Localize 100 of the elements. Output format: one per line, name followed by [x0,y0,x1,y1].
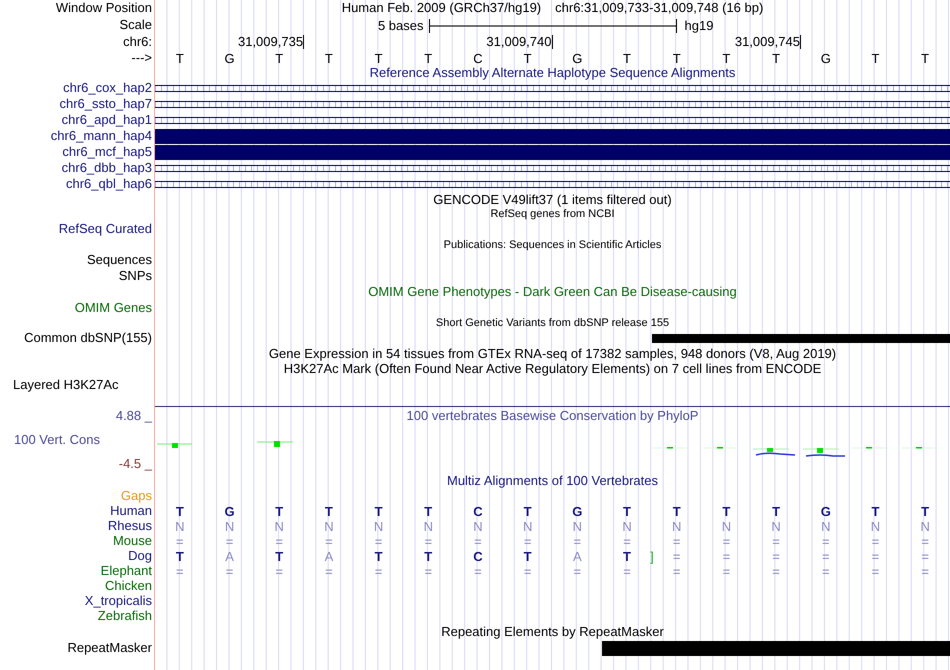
alignment-base: = [872,550,880,563]
track-title: Short Genetic Variants from dbSNP release 155 [436,317,670,330]
alignment-base: = [424,535,432,548]
alignment-base: T [275,550,284,563]
alignment-base: G [224,505,235,518]
alignment-base: T [374,505,383,518]
alignment-base: = [424,565,432,578]
alignment-base: = [574,535,582,548]
alignment-base: = [822,535,830,548]
sequence-base: T [374,52,383,64]
sequence-base: T [424,52,432,64]
track-label: Gaps [120,489,152,504]
alignment-base: = [524,535,532,548]
alignment-base: = [623,565,631,578]
sequence-base: G [820,52,831,64]
track-label: chr6_dbb_hap3 [62,160,152,176]
species-label: Chicken [105,579,152,594]
track-label: chr6_qbl_hap6 [66,176,152,192]
alignment-base: = [623,535,631,548]
alignment-base: = [722,565,730,578]
ruler-label: 31,009,740 [486,34,552,50]
ruler-label: 31,009,735 [238,34,304,50]
assembly-text: hg19 [684,18,714,33]
alignment-base: N [473,520,483,533]
sequence-base: T [672,52,681,64]
track-label: chr6_ssto_hap7 [59,96,152,112]
alignment-base: = [176,535,184,548]
track-label: chr6_apd_hap1 [62,112,152,128]
alignment-base: N [274,520,284,533]
alignment-base: N [224,520,234,533]
alignment-base: N [175,520,185,533]
row-label: chr6: [123,34,152,50]
sequence-base: C [473,52,483,64]
sequence-base: T [524,52,532,64]
alignment-base: N [771,520,781,533]
alignment-base: = [226,535,234,548]
track-title: GENCODE V49lift37 (1 items filtered out) [433,192,672,208]
alignment-base: T [524,505,532,518]
alignment-base: = [474,565,482,578]
alignment-base: = [325,565,333,578]
species-label: X_tropicalis [84,594,152,609]
alignment-base: N [722,520,732,533]
alignment-base: = [474,535,482,548]
alignment-base: = [921,565,929,578]
alignment-base: A [225,550,234,563]
alignment-base: = [226,565,234,578]
scale-text: 5 bases [378,18,424,33]
sequence-base: T [324,52,333,64]
alignment-base: T [921,505,930,518]
alignment-base: G [820,505,831,518]
alignment-base: = [325,535,333,548]
track-label: 100 Vert. Cons [14,432,100,448]
alignment-base: = [672,535,681,548]
alignment-base: G [572,505,582,518]
alignment-base: T [772,505,780,518]
alignment-base: T [374,550,383,563]
axis-label: -4.5 _ [118,456,152,472]
alignment-base: = [772,535,780,548]
alignment-base: = [772,565,780,578]
alignment-base: = [921,535,929,548]
alignment-base: T [722,505,730,518]
alignment-base: T [524,550,532,563]
alignment-base: N [424,520,433,533]
alignment-base: = [722,535,730,548]
tick-mark [800,35,801,49]
alignment-base: N [622,520,632,533]
alignment-base: T [623,505,631,518]
alignment-base: C [473,550,483,563]
track-label: Sequences [86,253,152,268]
species-label: Rhesus [108,519,152,534]
alignment-base: = [772,550,780,563]
alignment-base: = [524,565,532,578]
species-label: Elephant [100,564,152,579]
alignment-base: = [872,535,880,548]
track-label: chr6_mann_hap4 [50,128,152,144]
alignment-base: = [374,535,382,548]
species-label: Dog [128,549,152,564]
sequence-base: T [871,52,880,64]
track-label: RefSeq Curated [58,222,152,236]
sequence-base: G [572,52,582,64]
alignment-base: A [573,550,582,563]
alignment-base: N [672,520,682,533]
row-label: Scale [119,18,152,33]
track-label: OMIM Genes [74,300,152,316]
alignment-base: = [672,565,681,578]
track-title: RefSeq genes from NCBI [490,208,615,220]
assembly-title: Human Feb. 2009 (GRCh37/hg19) [342,1,542,16]
alignment-base: = [176,565,184,578]
alignment-base: T [176,505,184,518]
track-label: SNPs [118,268,152,284]
track-title: H3K27Ac Mark (Often Found Near Active Regulatory Elements) on 7 cell lines from ENCODE [284,362,822,377]
alignment-base: T [424,550,432,563]
alignment-base: = [574,565,582,578]
sequence-base: T [176,52,184,64]
track-label: chr6_mcf_hap5 [62,144,152,160]
position-text: chr6:31,009,733-31,009,748 (16 bp) [555,1,764,16]
track-title: Multiz Alignments of 100 Vertebrates [446,474,658,489]
alignment-base: = [275,565,284,578]
alignment-base: A [324,550,334,563]
track-title: Gene Expression in 54 tissues from GTEx RNA-seq of 17382 samples, 948 donors (V8, Aug 2019) [268,346,836,362]
